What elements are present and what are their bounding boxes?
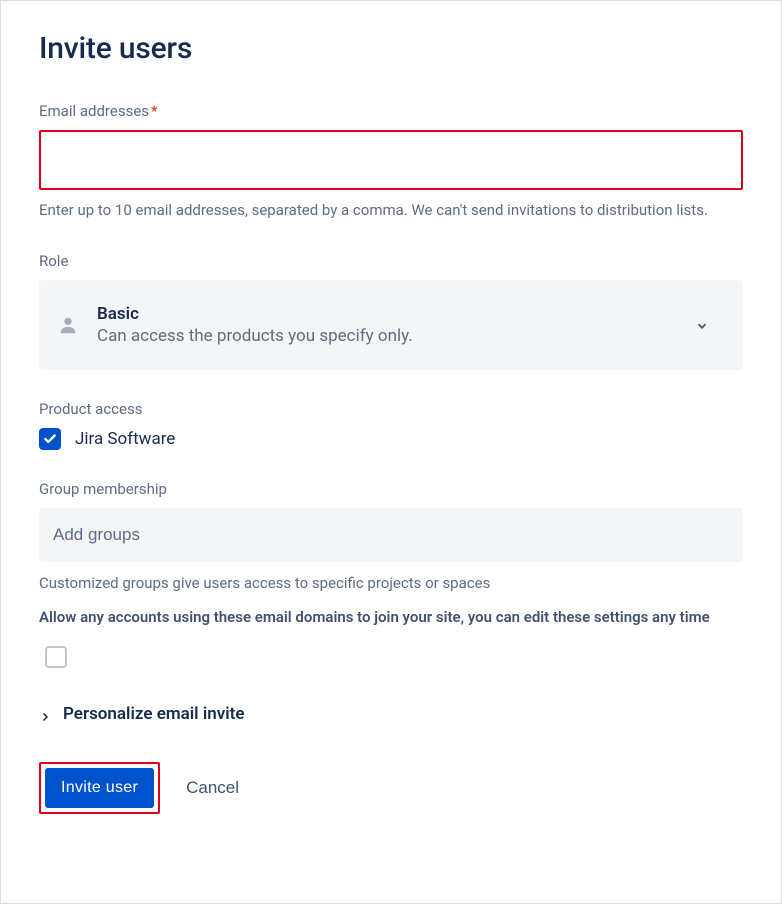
email-label: Email addresses* bbox=[39, 102, 743, 120]
personalize-label: Personalize email invite bbox=[63, 704, 245, 724]
person-icon bbox=[57, 314, 79, 336]
role-label: Role bbox=[39, 252, 743, 270]
role-name: Basic bbox=[97, 304, 683, 324]
product-access-label: Product access bbox=[39, 400, 743, 418]
page-title: Invite users bbox=[39, 31, 743, 66]
chevron-right-icon bbox=[39, 708, 51, 720]
group-membership-label: Group membership bbox=[39, 480, 743, 498]
cancel-button[interactable]: Cancel bbox=[186, 778, 239, 798]
role-description: Can access the products you specify only… bbox=[97, 326, 683, 346]
role-select[interactable]: Basic Can access the products you specif… bbox=[39, 280, 743, 370]
group-membership-help: Customized groups give users access to s… bbox=[39, 574, 743, 592]
jira-software-checkbox[interactable] bbox=[39, 428, 61, 450]
invite-button-highlight: Invite user bbox=[39, 762, 160, 814]
allow-domains-text: Allow any accounts using these email dom… bbox=[39, 606, 743, 629]
invite-user-button[interactable]: Invite user bbox=[45, 768, 154, 808]
required-indicator: * bbox=[151, 102, 157, 120]
product-access-item: Jira Software bbox=[39, 428, 743, 450]
allow-domains-checkbox[interactable] bbox=[45, 646, 67, 668]
product-label: Jira Software bbox=[75, 429, 175, 449]
group-membership-input[interactable] bbox=[39, 508, 743, 562]
chevron-down-icon bbox=[695, 318, 709, 332]
email-help-text: Enter up to 10 email addresses, separate… bbox=[39, 200, 743, 222]
email-input[interactable] bbox=[39, 130, 743, 190]
personalize-email-toggle[interactable]: Personalize email invite bbox=[39, 704, 743, 724]
